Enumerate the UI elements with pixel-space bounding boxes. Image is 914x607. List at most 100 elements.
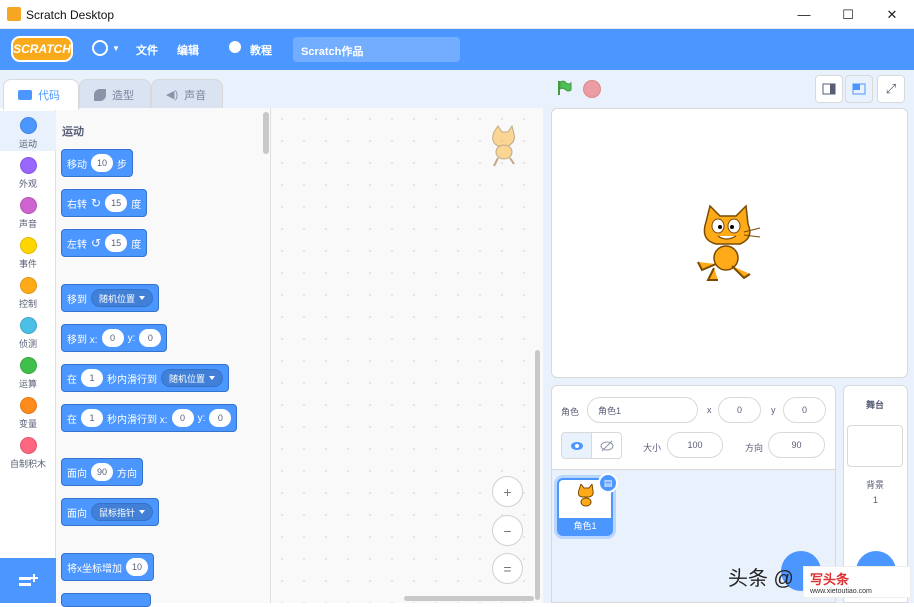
category-label: 运动 (18, 139, 37, 149)
variables-dot-icon (19, 397, 37, 414)
category-control[interactable]: 控制 (0, 271, 56, 311)
trash-icon: ▤ (603, 477, 613, 488)
steps-input[interactable]: 10 (91, 154, 114, 172)
rotate-right-icon: ↻ (91, 196, 102, 210)
category-label: 运算 (18, 379, 37, 389)
menu-tutorials[interactable]: 教程 (250, 42, 272, 58)
block-text: 度 (131, 239, 142, 251)
seconds-input[interactable]: 1 (81, 409, 103, 427)
my-blocks-dot-icon (19, 437, 37, 454)
close-button[interactable]: ✕ (870, 0, 914, 29)
control-dot-icon (19, 277, 37, 294)
sprite-cat-icon[interactable] (688, 204, 764, 282)
operators-dot-icon (19, 357, 37, 374)
menu-edit[interactable]: 编辑 (177, 42, 199, 58)
y-input[interactable]: 0 (209, 409, 232, 427)
normal-stage-button[interactable] (845, 75, 873, 103)
globe-icon[interactable] (92, 40, 108, 56)
direction-input[interactable]: 90 (91, 463, 114, 481)
size-label: 大小 (643, 443, 662, 453)
block-go-to[interactable]: 移到 随机位置 (61, 284, 160, 312)
sprite-y-input[interactable]: 0 (783, 397, 826, 423)
delete-sprite-button[interactable]: ▤ (598, 473, 618, 493)
block-turn-right[interactable]: 右转 ↻ 15 度 (61, 189, 148, 217)
block-text: 将x坐标增加 (67, 563, 122, 575)
watermark-text: 头条 @ (728, 568, 794, 590)
events-dot-icon (19, 237, 37, 254)
category-variables[interactable]: 变量 (0, 391, 56, 431)
category-label: 外观 (18, 179, 37, 189)
category-label: 变量 (18, 419, 37, 429)
workspace-vertical-scrollbar[interactable] (535, 350, 540, 600)
x-change-input[interactable]: 10 (126, 558, 149, 576)
sprite-thumbnail-label: 角色1 (559, 518, 611, 534)
degrees-input[interactable]: 15 (105, 194, 128, 212)
category-my-blocks[interactable]: 自制积木 (0, 431, 56, 471)
sprite-x-input[interactable]: 0 (718, 397, 761, 423)
block-glide-to-xy[interactable]: 在 1 秒内滑行到 x: 0 y: 0 (61, 404, 238, 432)
category-motion[interactable]: 运动 (0, 111, 56, 151)
target-dropdown[interactable]: 随机位置 (91, 289, 154, 307)
x-input[interactable]: 0 (171, 409, 194, 427)
sprite-direction-input[interactable]: 90 (768, 432, 825, 458)
degrees-input[interactable]: 15 (105, 234, 128, 252)
maximize-button[interactable]: ☐ (826, 0, 870, 29)
direction-label: 方向 (745, 443, 764, 453)
category-operators[interactable]: 运算 (0, 351, 56, 391)
zoom-out-icon: − (503, 522, 512, 539)
stop-icon[interactable] (583, 80, 601, 98)
menu-file[interactable]: 文件 (136, 42, 158, 58)
category-looks[interactable]: 外观 (0, 151, 56, 191)
category-label: 事件 (18, 259, 37, 269)
add-extension-button[interactable] (0, 558, 56, 603)
category-events[interactable]: 事件 (0, 231, 56, 271)
zoom-in-button[interactable]: + (492, 476, 523, 507)
lightbulb-icon[interactable] (229, 41, 241, 53)
small-stage-button[interactable] (815, 75, 843, 103)
block-text: 左转 (67, 239, 87, 251)
block-text: 秒内滑行到 (107, 374, 157, 386)
tab-sounds[interactable]: ◀) 声音 (151, 79, 223, 109)
block-text: 右转 (67, 199, 87, 211)
block-point-towards[interactable]: 面向 鼠标指针 (61, 498, 160, 526)
backdrop-label: 背景 (866, 480, 885, 490)
x-input[interactable]: 0 (101, 329, 124, 347)
sprite-name-input[interactable]: 角色1 (587, 397, 698, 423)
block-text: 度 (131, 199, 142, 211)
stage-thumbnail[interactable] (847, 425, 903, 467)
tab-costumes[interactable]: 造型 (79, 79, 151, 109)
tab-code[interactable]: 代码 (3, 79, 79, 110)
fullscreen-button[interactable]: ⤢ (877, 75, 905, 103)
palette-scrollbar[interactable] (263, 112, 269, 154)
minimize-button[interactable]: — (782, 0, 826, 29)
block-point-direction[interactable]: 面向 90 方向 (61, 458, 144, 486)
zoom-out-button[interactable]: − (492, 515, 523, 546)
block-glide-to[interactable]: 在 1 秒内滑行到 随机位置 (61, 364, 230, 392)
category-sound[interactable]: 声音 (0, 191, 56, 231)
seconds-input[interactable]: 1 (81, 369, 103, 387)
towards-dropdown[interactable]: 鼠标指针 (91, 503, 154, 521)
block-partial[interactable] (61, 593, 151, 607)
block-change-x[interactable]: 将x坐标增加 10 (61, 553, 155, 581)
show-sprite-button[interactable] (561, 432, 592, 459)
project-title-input[interactable]: Scratch作品 (293, 37, 460, 62)
hide-sprite-button[interactable] (591, 432, 622, 459)
small-stage-icon (822, 83, 836, 95)
zoom-reset-button[interactable]: = (492, 553, 523, 584)
block-go-to-xy[interactable]: 移到 x: 0 y: 0 (61, 324, 168, 352)
y-input[interactable]: 0 (139, 329, 162, 347)
target-dropdown[interactable]: 随机位置 (161, 369, 224, 387)
sprite-size-input[interactable]: 100 (667, 432, 723, 458)
watermark-badge: 写头条 www.xietoutiao.com (803, 566, 911, 598)
block-text: 移到 x: (67, 334, 98, 346)
eye-icon (570, 441, 583, 450)
green-flag-icon[interactable] (556, 80, 572, 96)
category-label: 声音 (18, 219, 37, 229)
block-move-steps[interactable]: 移动 10 步 (61, 149, 134, 177)
zoom-reset-icon: = (503, 560, 512, 577)
block-palette[interactable] (56, 108, 271, 603)
category-sensing[interactable]: 侦测 (0, 311, 56, 351)
block-turn-left[interactable]: 左转 ↺ 15 度 (61, 229, 148, 257)
scratch-logo[interactable]: SCRATCH (11, 36, 73, 62)
workspace-horizontal-scrollbar[interactable] (404, 596, 534, 601)
